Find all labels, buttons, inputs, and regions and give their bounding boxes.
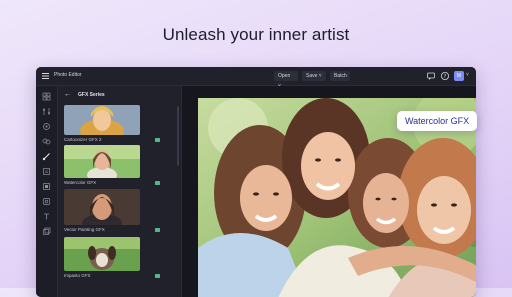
chat-icon[interactable] (426, 71, 436, 81)
hamburger-menu-icon[interactable] (42, 72, 50, 80)
gfx-icon[interactable] (42, 152, 51, 161)
gfx-thumbnail-vector-painting[interactable] (64, 189, 140, 225)
image-badge-icon (155, 228, 160, 232)
chevron-down-icon: ˅ (318, 73, 322, 79)
panel-title: GFX Series (78, 92, 105, 98)
gfx-label: Watercolor GFX (64, 180, 97, 185)
text-icon[interactable] (42, 212, 51, 221)
image-badge-icon (155, 181, 160, 185)
open-label: Open (278, 73, 291, 79)
grid-icon[interactable] (42, 92, 51, 101)
save-button[interactable]: Save ˅ (302, 71, 326, 81)
batch-button[interactable]: Batch (330, 71, 350, 81)
headline: Unleash your inner artist (162, 25, 350, 44)
adjust-icon[interactable] (42, 107, 51, 116)
gfx-label: Impasto GFX (64, 273, 91, 278)
gfx-label: Cartoonizer GFX 2 (64, 137, 102, 142)
app-title: Photo Editor (54, 72, 82, 78)
image-badge-icon (155, 138, 160, 142)
stack-icon[interactable] (42, 227, 51, 236)
gfx-thumbnail-watercolor[interactable] (64, 145, 140, 178)
watercolor-gfx-callout: Watercolor GFX (397, 111, 478, 131)
panel-header: ← GFX Series (64, 90, 175, 102)
title-bar: Photo Editor Open ˅ Save ˅ Batch ? M ˅ (36, 67, 476, 89)
cartoon-portrait-image (64, 105, 140, 135)
gfx-panel: ← GFX Series Cartoonizer GFX 2 Watercolo… (58, 86, 182, 297)
vector-portrait-image (64, 189, 140, 225)
back-arrow-icon[interactable]: ← (64, 91, 71, 98)
chevron-down-icon[interactable]: ˅ (466, 72, 469, 78)
crop-icon[interactable] (42, 182, 51, 191)
tool-rail (36, 86, 58, 297)
watercolor-portrait-image (64, 145, 140, 178)
scrollbar[interactable] (177, 106, 179, 166)
effects-icon[interactable] (42, 137, 51, 146)
svg-text:?: ? (444, 74, 447, 80)
layers-icon[interactable] (42, 167, 51, 176)
app-window: Photo Editor Open ˅ Save ˅ Batch ? M ˅ (36, 67, 476, 297)
avatar[interactable]: M (454, 71, 464, 81)
open-button[interactable]: Open ˅ (274, 71, 298, 89)
help-icon[interactable]: ? (440, 71, 450, 81)
impasto-dog-image (64, 237, 140, 271)
gfx-thumbnail-impasto[interactable] (64, 237, 140, 271)
gfx-thumbnail-cartoonizer[interactable] (64, 105, 140, 135)
filter-icon[interactable] (42, 122, 51, 131)
frame-icon[interactable] (42, 197, 51, 206)
gfx-label: Vector Painting GFX (64, 227, 105, 232)
save-label: Save (306, 73, 318, 79)
image-badge-icon (155, 274, 160, 278)
